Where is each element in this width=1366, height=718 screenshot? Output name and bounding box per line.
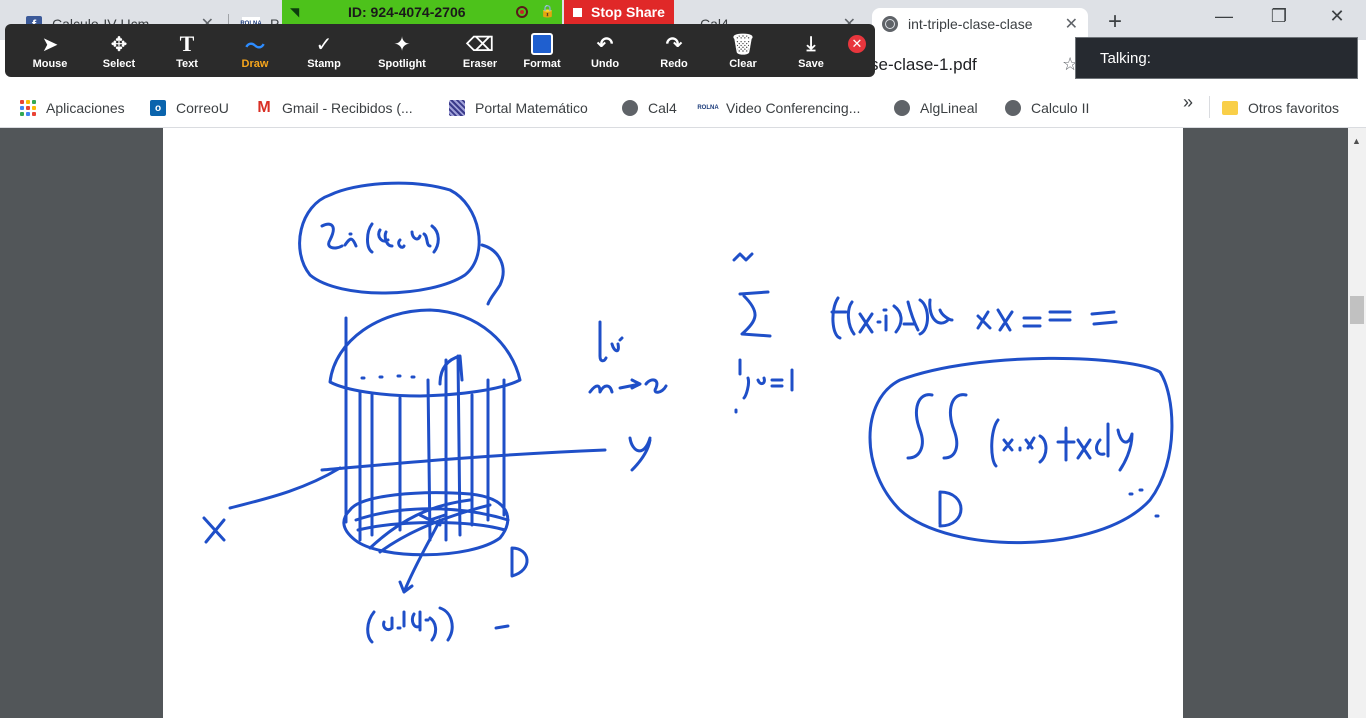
tool-draw[interactable]: 〜 Draw bbox=[225, 30, 285, 74]
ink-D-label bbox=[510, 546, 529, 578]
lock-icon: 🔒 bbox=[540, 4, 555, 18]
tool-label: Draw bbox=[241, 58, 269, 70]
redo-icon: ↷ bbox=[665, 33, 683, 56]
trash-icon: 🗑 bbox=[730, 33, 756, 56]
select-move-icon: ✥ bbox=[110, 33, 128, 56]
tool-redo[interactable]: ↷ Redo bbox=[644, 30, 704, 74]
ink-equals bbox=[1090, 310, 1118, 326]
ink-dome-dots bbox=[360, 374, 416, 380]
stamp-check-icon: ✓ bbox=[315, 33, 333, 56]
ink-dome bbox=[328, 308, 522, 398]
tool-label: Mouse bbox=[32, 58, 68, 70]
eraser-icon: ⌫ bbox=[465, 33, 495, 56]
talking-label: Talking: bbox=[1100, 49, 1151, 67]
stop-share-label: Stop Share bbox=[591, 4, 665, 20]
ink-y-axis bbox=[320, 448, 607, 472]
tool-label: Eraser bbox=[462, 58, 498, 70]
ink-integrand bbox=[990, 418, 1134, 472]
talking-indicator: Talking: bbox=[1075, 37, 1358, 79]
tool-label: Redo bbox=[660, 58, 688, 70]
ink-point-label bbox=[366, 606, 510, 644]
ink-integral bbox=[906, 393, 968, 460]
tool-label: Text bbox=[176, 58, 198, 70]
close-toolbar-icon[interactable]: ✕ bbox=[848, 35, 866, 53]
ink-x-label bbox=[202, 516, 226, 544]
ink-y-label bbox=[628, 436, 652, 472]
ink-lim-sub bbox=[588, 378, 668, 394]
spotlight-wand-icon: ✦ bbox=[393, 33, 411, 56]
handwritten-ink-annotations bbox=[202, 181, 1174, 644]
tool-text[interactable]: T Text bbox=[157, 30, 217, 74]
stop-share-button[interactable]: Stop Share bbox=[564, 0, 674, 24]
stop-square-icon bbox=[573, 7, 582, 17]
ink-D-sub bbox=[938, 490, 963, 528]
tool-mouse[interactable]: ➤ Mouse bbox=[20, 30, 80, 74]
tool-clear[interactable]: 🗑 Clear bbox=[713, 30, 773, 74]
ink-riemann bbox=[830, 296, 1072, 340]
draw-squiggle-icon: 〜 bbox=[245, 35, 265, 58]
tool-undo[interactable]: ↶ Undo bbox=[575, 30, 635, 74]
ink-lim bbox=[598, 320, 624, 363]
ink-x-axis bbox=[228, 466, 342, 510]
text-icon: T bbox=[179, 31, 195, 56]
ink-bubble-tail bbox=[480, 243, 505, 306]
meeting-id-bar[interactable]: ◥ ID: 924-4074-2706 🔒 bbox=[282, 0, 562, 24]
tool-eraser[interactable]: ⌫ Eraser bbox=[450, 30, 510, 74]
tool-label: Stamp bbox=[307, 58, 341, 70]
mouse-pointer-icon: ➤ bbox=[41, 33, 59, 56]
record-indicator-icon bbox=[516, 6, 528, 18]
zoom-annotation-toolbar: ➤ Mouse ✥ Select T Text 〜 Draw ✓ Stamp ✦… bbox=[5, 24, 875, 77]
ink-bubble bbox=[298, 181, 481, 295]
ink-sum bbox=[732, 252, 772, 338]
format-swatch-icon bbox=[531, 33, 553, 55]
tool-select[interactable]: ✥ Select bbox=[89, 30, 149, 74]
tool-label: Clear bbox=[729, 58, 757, 70]
ink-sum-sub bbox=[734, 358, 794, 414]
tool-label: Spotlight bbox=[378, 58, 426, 70]
tool-stamp[interactable]: ✓ Stamp bbox=[294, 30, 354, 74]
tool-label: Format bbox=[523, 58, 561, 70]
tool-save[interactable]: ⤓ Save bbox=[781, 30, 841, 74]
tool-spotlight[interactable]: ✦ Spotlight bbox=[372, 30, 432, 74]
tool-label: Undo bbox=[590, 58, 620, 70]
undo-icon: ↶ bbox=[596, 33, 614, 56]
ink-bubble-text bbox=[320, 222, 440, 254]
shield-icon: ◥ bbox=[290, 5, 300, 19]
tool-label: Select bbox=[102, 58, 136, 70]
meeting-id-text: ID: 924-4074-2706 bbox=[348, 4, 466, 20]
tool-label: Save bbox=[798, 58, 824, 70]
tool-format[interactable]: Format bbox=[512, 30, 572, 74]
save-download-icon: ⤓ bbox=[806, 32, 816, 55]
